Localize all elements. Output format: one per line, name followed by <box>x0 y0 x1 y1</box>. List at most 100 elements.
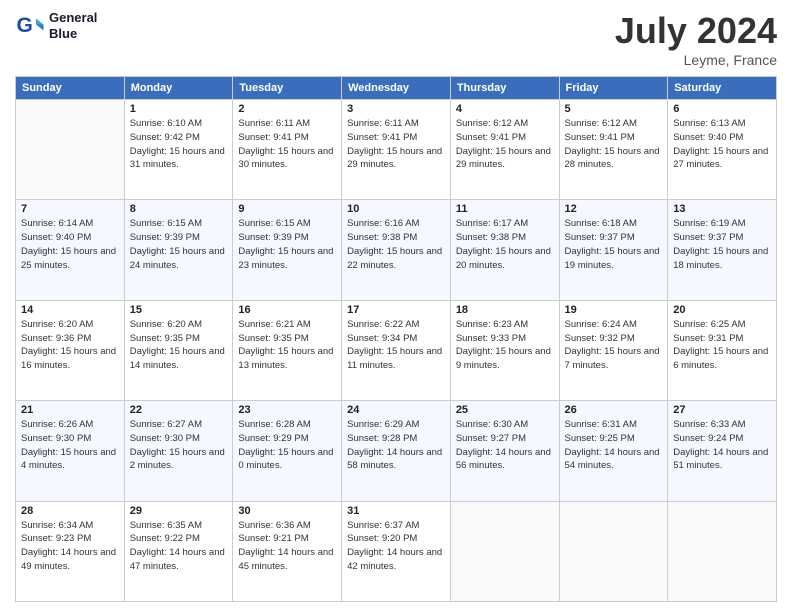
day-number: 6 <box>673 103 771 115</box>
logo: G General Blue <box>15 10 97 41</box>
day-info: Sunrise: 6:20 AMSunset: 9:35 PMDaylight:… <box>130 318 228 373</box>
day-info: Sunrise: 6:34 AMSunset: 9:23 PMDaylight:… <box>21 519 119 574</box>
day-number: 3 <box>347 103 445 115</box>
day-number: 20 <box>673 304 771 316</box>
day-cell: 9 Sunrise: 6:15 AMSunset: 9:39 PMDayligh… <box>233 200 342 300</box>
day-number: 11 <box>456 203 554 215</box>
page: G General Blue July 2024 Leyme, France S… <box>0 0 792 612</box>
logo-icon: G <box>15 11 45 41</box>
week-row-2: 14 Sunrise: 6:20 AMSunset: 9:36 PMDaylig… <box>16 300 777 400</box>
day-cell <box>668 501 777 601</box>
day-cell: 24 Sunrise: 6:29 AMSunset: 9:28 PMDaylig… <box>342 401 451 501</box>
weekday-header-friday: Friday <box>559 77 668 100</box>
weekday-header-thursday: Thursday <box>450 77 559 100</box>
day-number: 22 <box>130 404 228 416</box>
day-cell: 22 Sunrise: 6:27 AMSunset: 9:30 PMDaylig… <box>124 401 233 501</box>
day-number: 25 <box>456 404 554 416</box>
day-number: 2 <box>238 103 336 115</box>
day-number: 13 <box>673 203 771 215</box>
day-info: Sunrise: 6:20 AMSunset: 9:36 PMDaylight:… <box>21 318 119 373</box>
day-cell <box>16 100 125 200</box>
day-info: Sunrise: 6:30 AMSunset: 9:27 PMDaylight:… <box>456 418 554 473</box>
day-cell: 23 Sunrise: 6:28 AMSunset: 9:29 PMDaylig… <box>233 401 342 501</box>
week-row-4: 28 Sunrise: 6:34 AMSunset: 9:23 PMDaylig… <box>16 501 777 601</box>
day-cell: 26 Sunrise: 6:31 AMSunset: 9:25 PMDaylig… <box>559 401 668 501</box>
calendar-location: Leyme, France <box>615 52 777 68</box>
day-number: 7 <box>21 203 119 215</box>
day-info: Sunrise: 6:37 AMSunset: 9:20 PMDaylight:… <box>347 519 445 574</box>
day-info: Sunrise: 6:24 AMSunset: 9:32 PMDaylight:… <box>565 318 663 373</box>
day-info: Sunrise: 6:35 AMSunset: 9:22 PMDaylight:… <box>130 519 228 574</box>
day-cell: 16 Sunrise: 6:21 AMSunset: 9:35 PMDaylig… <box>233 300 342 400</box>
day-cell: 10 Sunrise: 6:16 AMSunset: 9:38 PMDaylig… <box>342 200 451 300</box>
day-cell <box>450 501 559 601</box>
day-info: Sunrise: 6:22 AMSunset: 9:34 PMDaylight:… <box>347 318 445 373</box>
weekday-header-saturday: Saturday <box>668 77 777 100</box>
day-number: 4 <box>456 103 554 115</box>
day-number: 31 <box>347 505 445 517</box>
weekday-header-tuesday: Tuesday <box>233 77 342 100</box>
day-info: Sunrise: 6:15 AMSunset: 9:39 PMDaylight:… <box>238 217 336 272</box>
weekday-header-sunday: Sunday <box>16 77 125 100</box>
day-info: Sunrise: 6:15 AMSunset: 9:39 PMDaylight:… <box>130 217 228 272</box>
day-cell: 19 Sunrise: 6:24 AMSunset: 9:32 PMDaylig… <box>559 300 668 400</box>
day-cell: 4 Sunrise: 6:12 AMSunset: 9:41 PMDayligh… <box>450 100 559 200</box>
day-number: 23 <box>238 404 336 416</box>
day-number: 28 <box>21 505 119 517</box>
day-cell: 6 Sunrise: 6:13 AMSunset: 9:40 PMDayligh… <box>668 100 777 200</box>
day-cell: 7 Sunrise: 6:14 AMSunset: 9:40 PMDayligh… <box>16 200 125 300</box>
day-number: 5 <box>565 103 663 115</box>
day-info: Sunrise: 6:14 AMSunset: 9:40 PMDaylight:… <box>21 217 119 272</box>
day-cell: 31 Sunrise: 6:37 AMSunset: 9:20 PMDaylig… <box>342 501 451 601</box>
day-cell: 1 Sunrise: 6:10 AMSunset: 9:42 PMDayligh… <box>124 100 233 200</box>
calendar-table: SundayMondayTuesdayWednesdayThursdayFrid… <box>15 76 777 602</box>
day-cell: 14 Sunrise: 6:20 AMSunset: 9:36 PMDaylig… <box>16 300 125 400</box>
day-number: 21 <box>21 404 119 416</box>
day-info: Sunrise: 6:28 AMSunset: 9:29 PMDaylight:… <box>238 418 336 473</box>
day-info: Sunrise: 6:26 AMSunset: 9:30 PMDaylight:… <box>21 418 119 473</box>
weekday-header-row: SundayMondayTuesdayWednesdayThursdayFrid… <box>16 77 777 100</box>
day-number: 9 <box>238 203 336 215</box>
day-info: Sunrise: 6:12 AMSunset: 9:41 PMDaylight:… <box>456 117 554 172</box>
day-info: Sunrise: 6:36 AMSunset: 9:21 PMDaylight:… <box>238 519 336 574</box>
day-info: Sunrise: 6:18 AMSunset: 9:37 PMDaylight:… <box>565 217 663 272</box>
day-info: Sunrise: 6:23 AMSunset: 9:33 PMDaylight:… <box>456 318 554 373</box>
logo-line2: Blue <box>49 26 97 42</box>
day-info: Sunrise: 6:11 AMSunset: 9:41 PMDaylight:… <box>347 117 445 172</box>
day-cell: 28 Sunrise: 6:34 AMSunset: 9:23 PMDaylig… <box>16 501 125 601</box>
day-info: Sunrise: 6:27 AMSunset: 9:30 PMDaylight:… <box>130 418 228 473</box>
day-info: Sunrise: 6:31 AMSunset: 9:25 PMDaylight:… <box>565 418 663 473</box>
day-cell: 18 Sunrise: 6:23 AMSunset: 9:33 PMDaylig… <box>450 300 559 400</box>
day-number: 18 <box>456 304 554 316</box>
day-info: Sunrise: 6:11 AMSunset: 9:41 PMDaylight:… <box>238 117 336 172</box>
day-cell: 13 Sunrise: 6:19 AMSunset: 9:37 PMDaylig… <box>668 200 777 300</box>
day-cell: 8 Sunrise: 6:15 AMSunset: 9:39 PMDayligh… <box>124 200 233 300</box>
day-number: 24 <box>347 404 445 416</box>
day-cell: 5 Sunrise: 6:12 AMSunset: 9:41 PMDayligh… <box>559 100 668 200</box>
weekday-header-monday: Monday <box>124 77 233 100</box>
logo-text: General Blue <box>49 10 97 41</box>
weekday-header-wednesday: Wednesday <box>342 77 451 100</box>
week-row-1: 7 Sunrise: 6:14 AMSunset: 9:40 PMDayligh… <box>16 200 777 300</box>
day-info: Sunrise: 6:10 AMSunset: 9:42 PMDaylight:… <box>130 117 228 172</box>
day-info: Sunrise: 6:33 AMSunset: 9:24 PMDaylight:… <box>673 418 771 473</box>
day-info: Sunrise: 6:12 AMSunset: 9:41 PMDaylight:… <box>565 117 663 172</box>
svg-text:G: G <box>17 14 33 37</box>
day-cell: 12 Sunrise: 6:18 AMSunset: 9:37 PMDaylig… <box>559 200 668 300</box>
day-cell <box>559 501 668 601</box>
day-number: 8 <box>130 203 228 215</box>
day-number: 16 <box>238 304 336 316</box>
day-cell: 21 Sunrise: 6:26 AMSunset: 9:30 PMDaylig… <box>16 401 125 501</box>
calendar-title: July 2024 <box>615 10 777 52</box>
week-row-3: 21 Sunrise: 6:26 AMSunset: 9:30 PMDaylig… <box>16 401 777 501</box>
day-number: 14 <box>21 304 119 316</box>
day-info: Sunrise: 6:13 AMSunset: 9:40 PMDaylight:… <box>673 117 771 172</box>
day-info: Sunrise: 6:29 AMSunset: 9:28 PMDaylight:… <box>347 418 445 473</box>
day-info: Sunrise: 6:19 AMSunset: 9:37 PMDaylight:… <box>673 217 771 272</box>
day-cell: 29 Sunrise: 6:35 AMSunset: 9:22 PMDaylig… <box>124 501 233 601</box>
day-number: 19 <box>565 304 663 316</box>
day-cell: 11 Sunrise: 6:17 AMSunset: 9:38 PMDaylig… <box>450 200 559 300</box>
day-number: 15 <box>130 304 228 316</box>
day-number: 26 <box>565 404 663 416</box>
day-info: Sunrise: 6:16 AMSunset: 9:38 PMDaylight:… <box>347 217 445 272</box>
